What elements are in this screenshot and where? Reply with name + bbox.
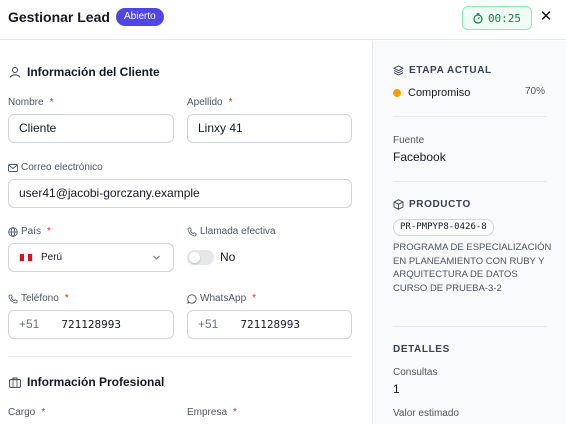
consultas-label: Consultas	[393, 367, 438, 378]
correo-label: Correo electrónico	[8, 162, 103, 173]
stage-percent: 70%	[525, 86, 546, 97]
status-badge: Abierto	[116, 8, 164, 26]
product-code: PR-PMPYP8-0426-8	[393, 219, 494, 236]
nombre-label: Nombre *	[8, 97, 54, 108]
phone-call-icon	[187, 227, 197, 237]
stage-heading: ETAPA ACTUAL	[393, 65, 492, 76]
stage-dot	[393, 89, 401, 97]
consultas-value: 1	[393, 382, 400, 396]
apellido-input[interactable]: Linxy 41	[187, 114, 352, 143]
product-heading: PRODUCTO	[393, 199, 471, 210]
whatsapp-icon	[187, 293, 197, 304]
mail-icon	[8, 163, 18, 172]
apellido-label: Apellido *	[187, 97, 233, 108]
valor-label: Valor estimado	[393, 408, 459, 419]
timer-badge: 00:25	[462, 6, 532, 30]
whatsapp-prefix: +51	[198, 317, 219, 331]
lead-sidebar: ETAPA ACTUAL Compromiso 70% Fuente Faceb…	[372, 41, 566, 424]
details-heading: DETALLES	[393, 344, 450, 355]
briefcase-icon	[9, 377, 21, 388]
package-icon	[393, 199, 404, 210]
telefono-prefix: +51	[19, 317, 40, 331]
layers-icon	[393, 65, 404, 76]
side-divider	[393, 326, 547, 327]
whatsapp-label: WhatsApp *	[187, 293, 256, 304]
source-value: Facebook	[393, 150, 446, 164]
cargo-label: Cargo *	[8, 407, 46, 418]
user-icon	[9, 66, 21, 78]
page-title: Gestionar Lead	[8, 9, 110, 25]
llamada-value: No	[220, 250, 236, 264]
modal-header: Gestionar Lead Abierto 00:25 ✕	[0, 0, 566, 40]
llamada-label: Llamada efectiva	[187, 226, 276, 237]
peru-flag-icon	[19, 253, 33, 262]
whatsapp-input[interactable]: +51 721128993	[187, 310, 352, 339]
lead-form: Información del Cliente Nombre * Cliente …	[0, 41, 372, 424]
close-icon[interactable]: ✕	[538, 8, 554, 26]
professional-section-title: Información Profesional	[9, 375, 164, 389]
stopwatch-icon	[473, 12, 483, 24]
side-divider	[393, 116, 547, 117]
source-label: Fuente	[393, 135, 425, 146]
timer-value: 00:25	[487, 11, 522, 25]
stage-row: Compromiso	[393, 87, 470, 99]
product-name: PROGRAMA DE ESPECIALIZACIÓN EN PLANEAMIE…	[393, 242, 552, 294]
telefono-input[interactable]: +51 721128993	[8, 310, 174, 339]
whatsapp-number: 721128993	[240, 318, 300, 331]
pais-label: País *	[8, 226, 51, 237]
toggle-knob	[189, 252, 200, 263]
pais-select[interactable]: Perú	[8, 243, 174, 272]
client-section-title: Información del Cliente	[9, 65, 160, 79]
phone-icon	[8, 294, 18, 304]
chevron-down-icon	[152, 253, 161, 262]
correo-input[interactable]: user41@jacobi-gorczany.example	[8, 179, 352, 208]
stage-name: Compromiso	[408, 87, 471, 99]
llamada-toggle[interactable]	[187, 250, 214, 265]
telefono-label: Teléfono *	[8, 293, 69, 304]
side-divider	[393, 181, 547, 182]
globe-icon	[8, 226, 18, 237]
empresa-label: Empresa *	[187, 407, 237, 418]
section-divider	[8, 356, 352, 357]
telefono-number: 721128993	[61, 318, 121, 331]
nombre-input[interactable]: Cliente	[8, 114, 174, 143]
